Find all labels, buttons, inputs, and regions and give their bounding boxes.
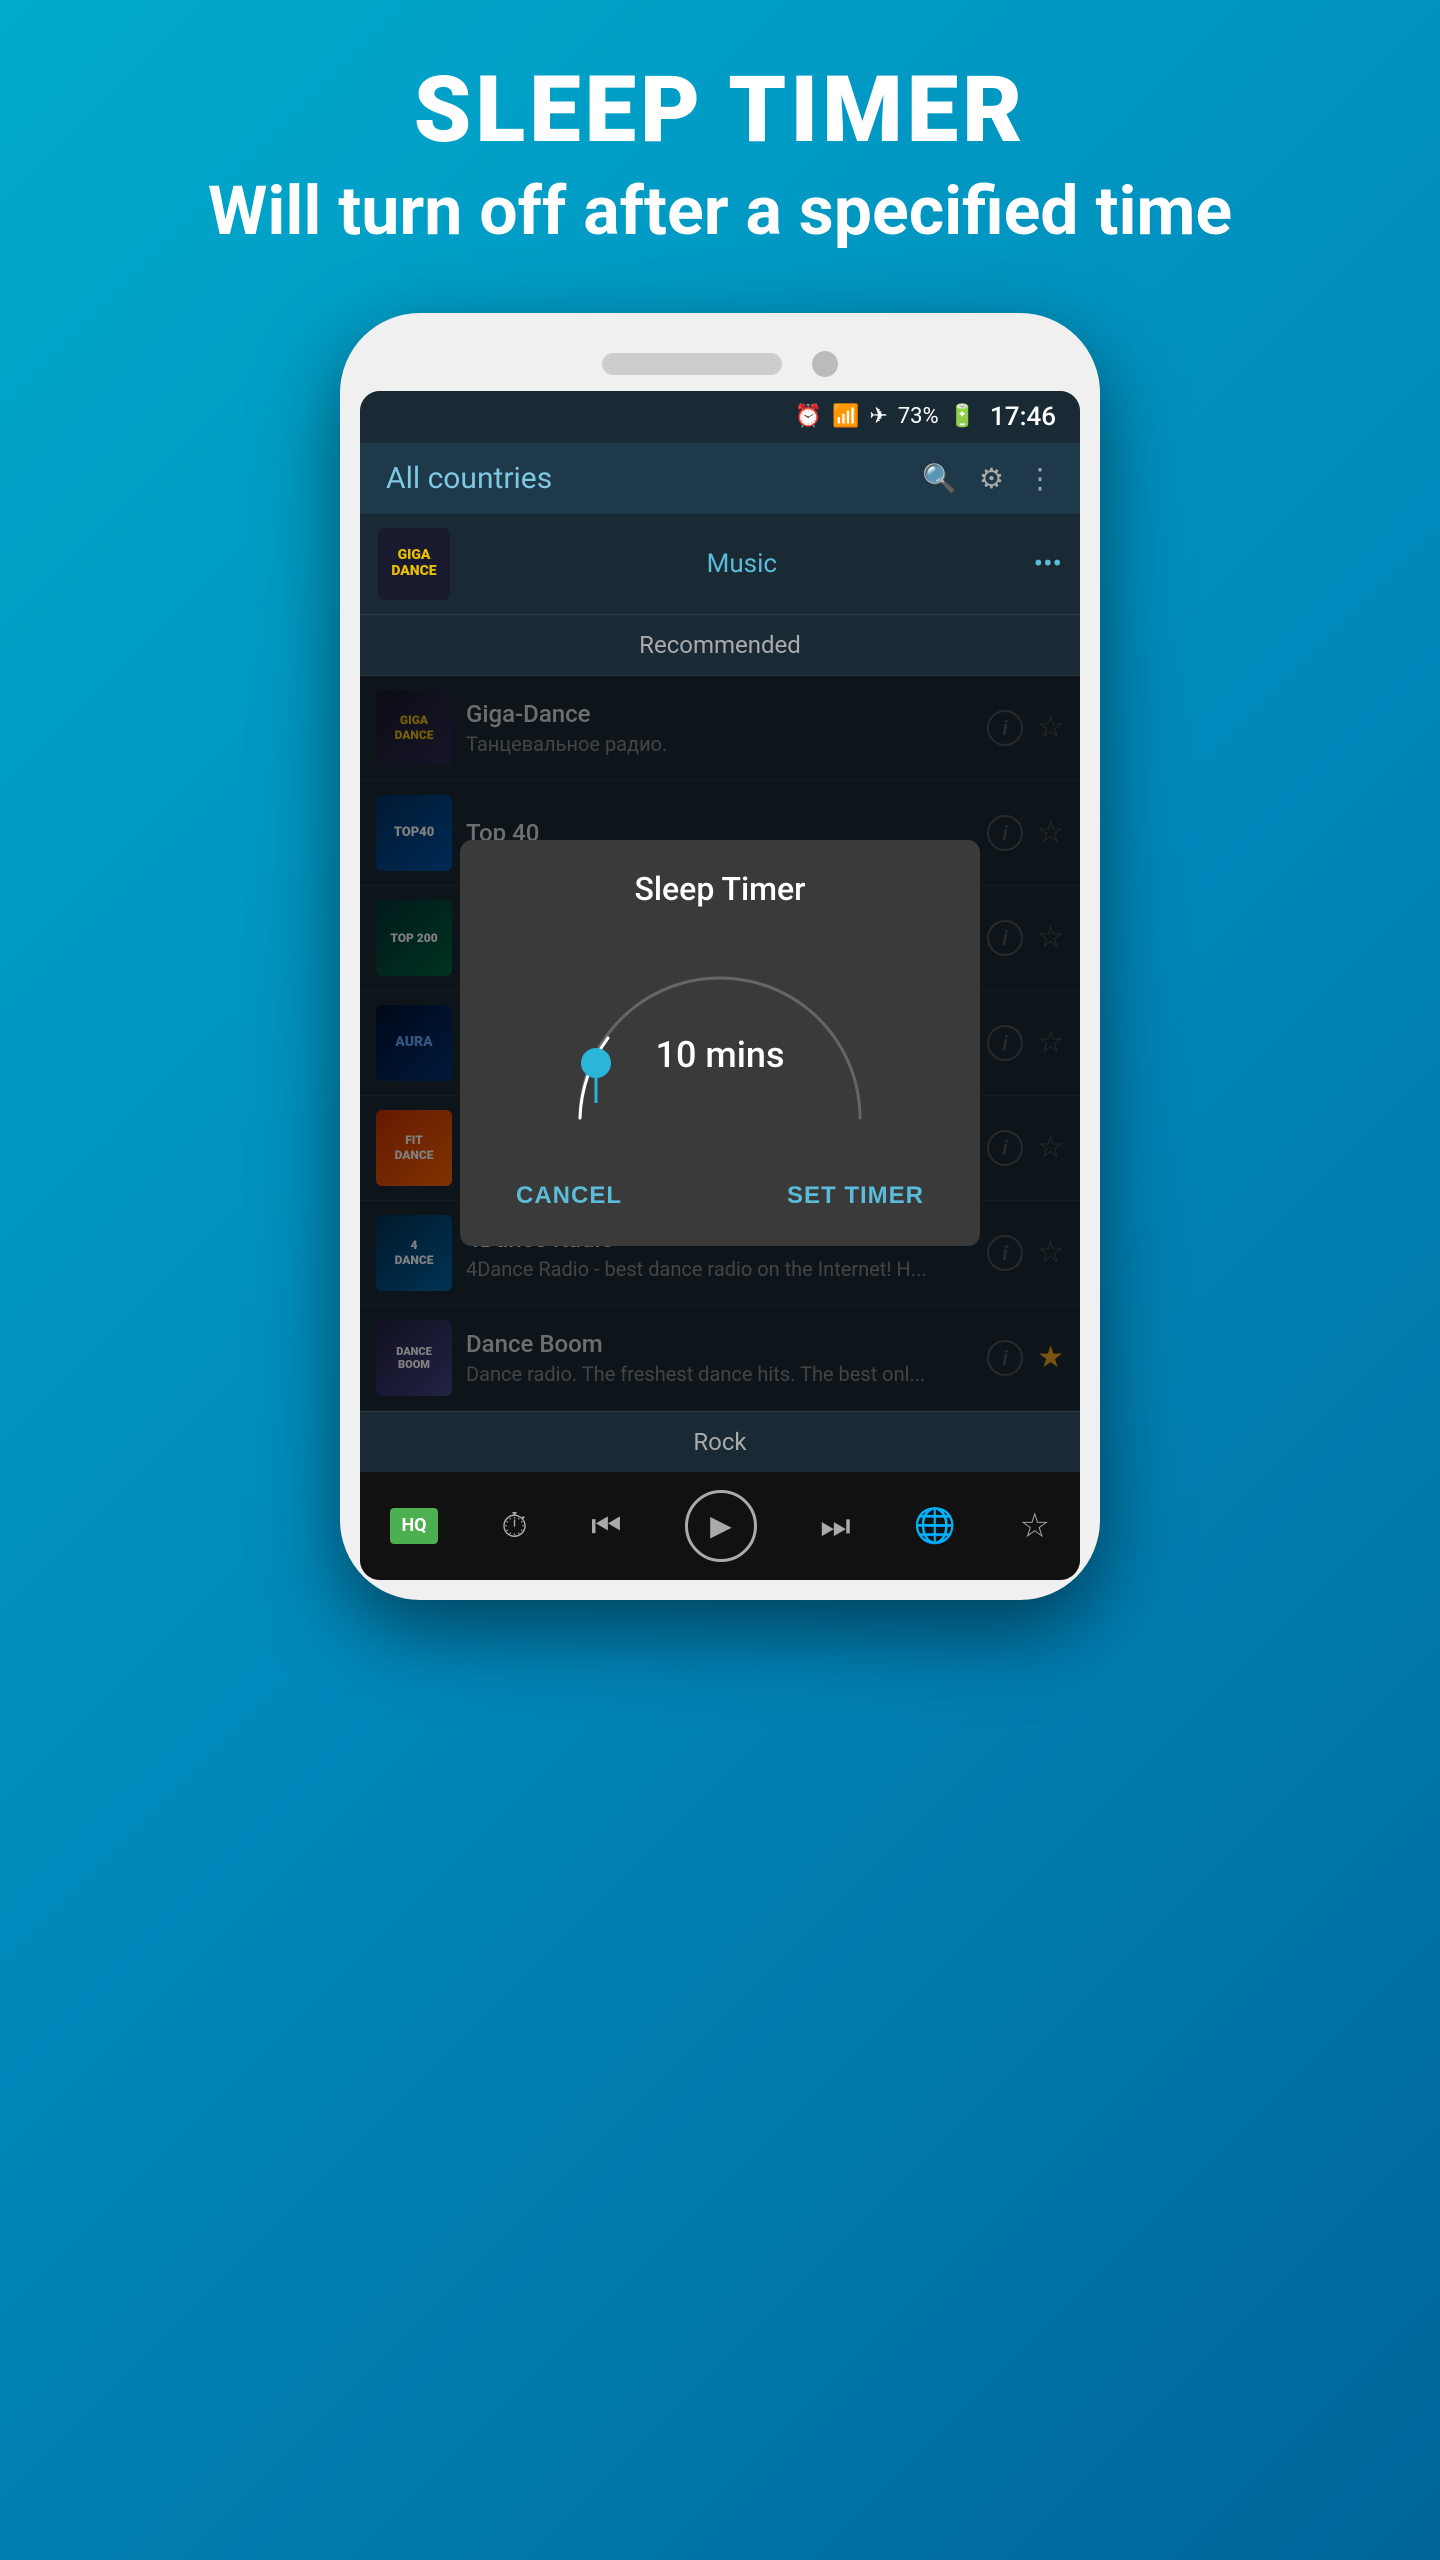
airplane-icon: ✈: [869, 404, 887, 429]
timer-value: 10 mins: [656, 1034, 785, 1076]
star-button[interactable]: ☆: [1020, 1506, 1050, 1546]
phone-camera: [812, 351, 838, 377]
filter-icon[interactable]: ⚙: [979, 462, 1004, 495]
rock-section: Rock: [360, 1411, 1080, 1472]
alarm-icon: ⏰: [795, 404, 822, 429]
modal-overlay: Sleep Timer 10 mins: [360, 676, 1080, 1411]
phone-screen: ⏰ 📶 ✈ 73% 🔋 17:46 All countries 🔍 ⚙ ⋮ GI…: [360, 391, 1080, 1580]
timer-arc[interactable]: 10 mins: [540, 928, 900, 1148]
modal-buttons: CANCEL SET TIMER: [486, 1158, 954, 1226]
battery-level: 73%: [898, 404, 939, 429]
app-header: All countries 🔍 ⚙ ⋮: [360, 443, 1080, 514]
bottom-player: HQ ⏱ ⏮ ▶ ⏭ 🌐 ☆: [360, 1472, 1080, 1580]
banner-subtitle: Will turn off after a specified time: [40, 171, 1400, 253]
wifi-icon: 📶: [832, 404, 859, 429]
prev-button[interactable]: ⏮: [591, 1506, 622, 1546]
recommended-section: Recommended: [360, 615, 1080, 676]
clock: 17:46: [990, 402, 1056, 432]
hq-button[interactable]: HQ: [390, 1508, 438, 1544]
sleep-timer-modal: Sleep Timer 10 mins: [460, 840, 980, 1246]
timer-button[interactable]: ⏱: [501, 1506, 528, 1546]
status-icons: ⏰ 📶 ✈ 73% 🔋: [795, 404, 977, 429]
phone-frame: ⏰ 📶 ✈ 73% 🔋 17:46 All countries 🔍 ⚙ ⋮ GI…: [340, 313, 1100, 1600]
now-playing-more[interactable]: •••: [1034, 547, 1062, 580]
rock-label: Rock: [693, 1428, 746, 1456]
play-button[interactable]: ▶: [685, 1490, 757, 1562]
globe-button[interactable]: 🌐: [914, 1506, 956, 1546]
now-playing-title: Music: [450, 549, 1034, 579]
header-title: All countries: [386, 461, 552, 496]
radio-list: GIGA DANCE Giga-Dance Танцевальное радио…: [360, 676, 1080, 1411]
more-icon[interactable]: ⋮: [1026, 462, 1054, 495]
search-icon[interactable]: 🔍: [922, 462, 957, 495]
giga-logo-line2: DANCE: [391, 564, 436, 579]
now-playing-bar: GIGA DANCE Music •••: [360, 514, 1080, 615]
giga-logo: GIGA DANCE: [378, 528, 450, 600]
phone-speaker: [602, 353, 782, 375]
battery-icon: 🔋: [949, 404, 976, 429]
giga-logo-line1: GIGA: [398, 548, 431, 563]
header-icons[interactable]: 🔍 ⚙ ⋮: [922, 462, 1054, 495]
next-button[interactable]: ⏭: [820, 1506, 851, 1546]
recommended-label: Recommended: [639, 631, 801, 659]
banner: SLEEP TIMER Will turn off after a specif…: [0, 0, 1440, 293]
cancel-button[interactable]: CANCEL: [496, 1172, 642, 1220]
banner-title: SLEEP TIMER: [40, 60, 1400, 161]
now-playing-logo: GIGA DANCE: [378, 528, 450, 600]
phone-notch: [360, 333, 1080, 391]
set-timer-button[interactable]: SET TIMER: [767, 1172, 944, 1220]
status-bar: ⏰ 📶 ✈ 73% 🔋 17:46: [360, 391, 1080, 443]
modal-title: Sleep Timer: [635, 870, 806, 908]
